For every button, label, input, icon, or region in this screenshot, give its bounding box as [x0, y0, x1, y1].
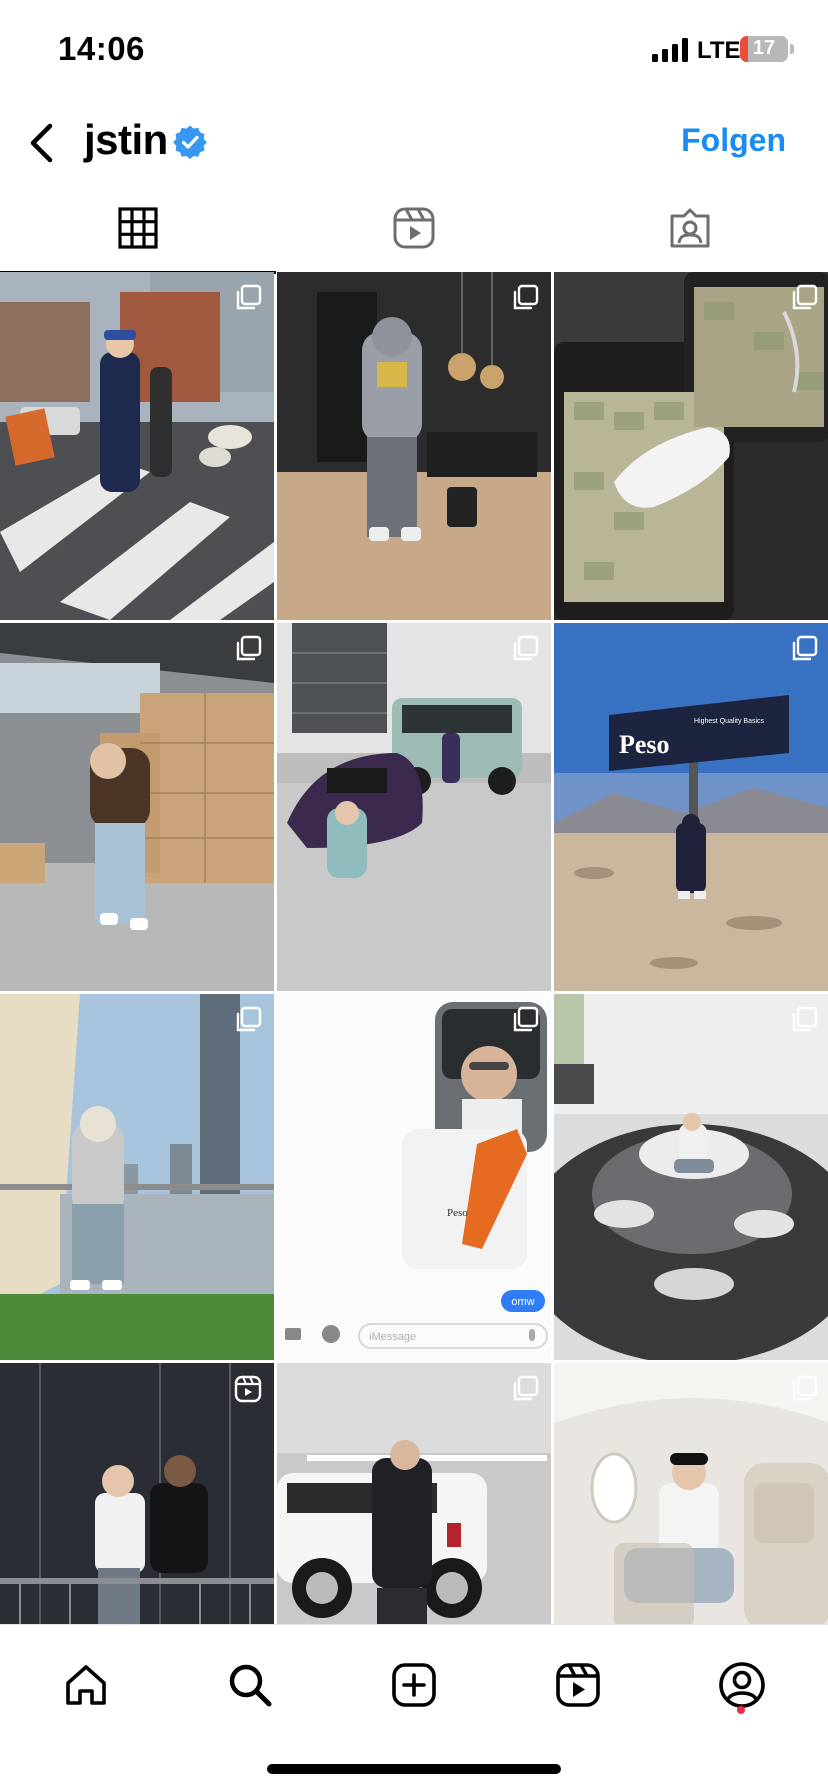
carousel-icon — [236, 284, 262, 310]
carousel-icon — [513, 635, 539, 661]
network-label: LTE — [697, 37, 741, 64]
post-tile[interactable] — [0, 1363, 274, 1629]
post-tile[interactable] — [277, 272, 551, 620]
search-icon — [229, 1664, 272, 1707]
battery-icon: 17 — [740, 36, 788, 62]
carousel-icon — [792, 635, 818, 661]
profile-icon — [719, 1662, 765, 1708]
verified-badge-icon — [173, 125, 207, 160]
post-image-imessage: Peso omw iMessage — [277, 994, 551, 1360]
tagged-icon — [670, 208, 710, 248]
profile-username: jstin — [84, 116, 168, 163]
reel-icon — [234, 1375, 262, 1403]
grid-icon — [118, 207, 158, 249]
post-tile[interactable] — [554, 994, 828, 1360]
post-image-billboard: Peso Highest Quality Basics — [554, 623, 828, 991]
carousel-icon — [236, 635, 262, 661]
nav-reels[interactable] — [538, 1651, 618, 1721]
chevron-left-icon — [30, 123, 53, 163]
post-image-street — [0, 272, 274, 620]
signal-icon — [652, 38, 688, 62]
battery-percent: 17 — [752, 37, 776, 59]
battery-nub — [790, 44, 794, 54]
tab-reels[interactable] — [276, 184, 552, 272]
carousel-icon — [513, 1375, 539, 1401]
home-indicator[interactable] — [267, 1764, 561, 1774]
carousel-icon — [513, 1006, 539, 1032]
notification-dot — [737, 1706, 745, 1714]
post-tile[interactable] — [554, 1363, 828, 1629]
post-tile[interactable] — [277, 1363, 551, 1629]
carousel-icon — [792, 284, 818, 310]
reels-icon — [556, 1663, 600, 1707]
billboard-brand: Peso — [619, 730, 670, 759]
back-button[interactable] — [22, 118, 62, 168]
carousel-icon — [792, 1006, 818, 1032]
post-image-jet — [554, 1363, 828, 1629]
post-image-jackets — [554, 994, 828, 1360]
post-tile[interactable] — [0, 623, 274, 991]
create-icon — [392, 1663, 436, 1707]
post-tile[interactable] — [0, 272, 274, 620]
nav-search[interactable] — [210, 1651, 290, 1721]
post-tile[interactable] — [277, 623, 551, 991]
post-image-warehouse — [0, 623, 274, 991]
profile-header: jstin Folgen — [0, 100, 828, 184]
carousel-icon — [236, 1006, 262, 1032]
reels-icon — [393, 207, 435, 249]
post-image-suv — [277, 1363, 551, 1629]
status-time: 14:06 — [58, 30, 145, 67]
nav-create[interactable] — [374, 1651, 454, 1721]
post-tile[interactable] — [0, 994, 274, 1360]
post-image-room — [277, 272, 551, 620]
post-tile[interactable]: Peso Highest Quality Basics — [554, 623, 828, 991]
post-image-garage — [277, 623, 551, 991]
tab-posts[interactable] — [0, 184, 276, 274]
billboard-tagline: Highest Quality Basics — [694, 718, 765, 725]
home-icon — [66, 1665, 106, 1705]
post-image-balcony — [0, 994, 274, 1360]
tab-tagged[interactable] — [552, 184, 828, 272]
post-tile[interactable] — [554, 272, 828, 620]
post-image-studio — [0, 1363, 274, 1629]
imessage-placeholder: iMessage — [369, 1331, 416, 1343]
nav-home[interactable] — [46, 1651, 126, 1721]
carousel-icon — [513, 284, 539, 310]
post-tile[interactable]: Peso omw iMessage — [277, 994, 551, 1360]
carousel-icon — [792, 1375, 818, 1401]
status-bar: 14:06 LTE 17 — [0, 0, 828, 100]
follow-button[interactable]: Folgen — [681, 122, 786, 159]
message-bubble: omw — [511, 1296, 534, 1308]
posts-grid: Peso Highest Quality Basics Peso omw iMe… — [0, 272, 828, 1629]
post-image-suitcase — [554, 272, 828, 620]
profile-tabs — [0, 184, 828, 274]
hoodie-brand: Peso — [447, 1207, 468, 1219]
